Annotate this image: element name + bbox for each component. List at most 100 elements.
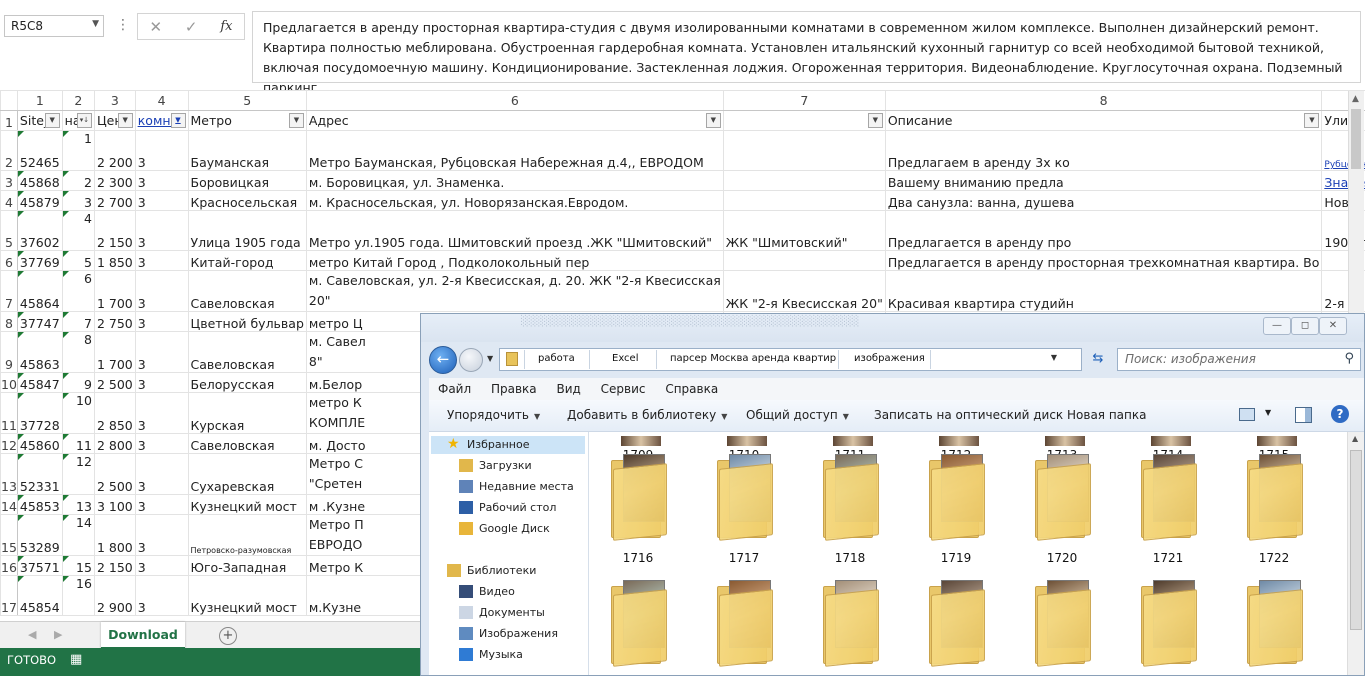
cell-desc[interactable]: Предлагаем в аренду 3х ко [884, 130, 1323, 171]
formula-bar[interactable]: Предлагается в аренду просторная квартир… [252, 11, 1361, 95]
select-all-corner[interactable] [0, 90, 18, 111]
row-header[interactable]: 16 [0, 555, 18, 576]
organize-button[interactable]: Упорядочить ▼ [447, 408, 540, 422]
cell-price[interactable]: 2 750 [93, 311, 136, 332]
cell-metro[interactable]: Савеловская [187, 331, 307, 373]
chevron-down-icon[interactable]: ▼ [92, 19, 99, 29]
refresh-icon[interactable]: ⇆ [1087, 348, 1109, 371]
cell-id[interactable]: 37728 [16, 392, 63, 434]
cancel-icon[interactable]: ✕ [149, 18, 162, 36]
cell-n[interactable]: 4 [61, 210, 95, 251]
folder-item[interactable] [1127, 550, 1209, 675]
minimize-icon[interactable]: — [1263, 317, 1291, 335]
breadcrumb-item[interactable]: работа [538, 353, 575, 364]
cell-rooms[interactable]: 3 [134, 190, 189, 211]
cell-id[interactable]: 45864 [16, 270, 63, 312]
scroll-up-icon[interactable]: ▲ [1352, 434, 1358, 443]
row-header[interactable]: 12 [0, 433, 18, 454]
row-header[interactable]: 6 [0, 250, 18, 271]
macro-record-icon[interactable]: ▦ [70, 652, 82, 667]
cell-rooms[interactable]: 3 [134, 250, 189, 271]
menu-view[interactable]: Вид [556, 378, 580, 396]
filter-dropdown-icon[interactable]: ▼ [705, 113, 721, 128]
row-header[interactable]: 17 [0, 575, 18, 616]
row-header[interactable]: 3 [0, 170, 18, 191]
filter-dropdown-icon[interactable]: ▼ [170, 113, 186, 128]
scrollbar-thumb[interactable] [1350, 450, 1362, 630]
row-header[interactable]: 10 [0, 372, 18, 393]
folder-item[interactable] [1021, 550, 1103, 675]
scroll-up-icon[interactable]: ▲ [1352, 94, 1359, 104]
cell-id[interactable]: 45868 [16, 170, 63, 191]
cell-metro[interactable]: Кузнецкий мост [187, 494, 307, 515]
nav-item[interactable]: ★ Избранное [431, 436, 585, 454]
cell-metro[interactable]: Курская [187, 392, 307, 434]
next-sheet-icon[interactable]: ▶ [54, 628, 62, 641]
row-header[interactable]: 14 [0, 494, 18, 515]
header-cell[interactable]: Site_I ▼ [16, 110, 63, 131]
cell-id[interactable]: 45863 [16, 331, 63, 373]
folder-item[interactable]: 1716 [597, 432, 679, 569]
cell-rooms[interactable]: 3 [134, 555, 189, 576]
cell-rooms[interactable]: 3 [134, 331, 189, 373]
cell-desc[interactable]: Вашему вниманию предла [884, 170, 1323, 191]
share-button[interactable]: Общий доступ ▼ [746, 408, 849, 422]
chevron-down-icon[interactable]: ▼ [1265, 408, 1271, 417]
close-icon[interactable]: ✕ [1319, 317, 1347, 335]
name-box[interactable]: R5C8 ▼ [4, 15, 104, 37]
row-header[interactable]: 15 [0, 514, 18, 556]
cell-c7[interactable] [722, 250, 886, 271]
folder-item[interactable]: 1722 [1233, 432, 1315, 569]
cell-metro[interactable]: Сухаревская [187, 453, 307, 495]
cell-c7[interactable] [722, 190, 886, 211]
cell-rooms[interactable]: 3 [134, 514, 189, 556]
prev-sheet-icon[interactable]: ◀ [28, 628, 36, 641]
column-header[interactable]: 1 [16, 90, 63, 111]
cell-id[interactable]: 45847 [16, 372, 63, 393]
row-header[interactable]: 11 [0, 392, 18, 434]
header-cell[interactable]: Метро ▼ [187, 110, 307, 131]
cell-n[interactable]: 7 [61, 311, 95, 332]
cell-c7[interactable] [722, 130, 886, 171]
cell-desc[interactable]: Красивая квартира студийн [884, 270, 1323, 312]
cell-rooms[interactable]: 3 [134, 433, 189, 454]
cell-n[interactable]: 8 [61, 331, 95, 373]
cell-metro[interactable]: Цветной бульвар [187, 311, 307, 332]
breadcrumb-item[interactable]: Excel [612, 353, 639, 364]
back-arrow-icon[interactable]: ← [429, 346, 457, 374]
cell-metro[interactable]: Боровицкая [187, 170, 307, 191]
cell-id[interactable]: 37571 [16, 555, 63, 576]
cell-price[interactable]: 2 900 [93, 575, 136, 616]
cell-price[interactable]: 2 150 [93, 555, 136, 576]
cell-metro[interactable]: Юго-Западная [187, 555, 307, 576]
cell-addr[interactable]: Метро Бауманская, Рубцовская Набережная … [305, 130, 724, 171]
column-header[interactable]: 2 [61, 90, 95, 111]
header-cell[interactable]: ▼ [722, 110, 886, 131]
cell-c7[interactable]: ЖК "Шмитовский" [722, 210, 886, 251]
cell-metro[interactable]: Белорусская [187, 372, 307, 393]
row-header[interactable]: 1 [0, 110, 18, 131]
history-dropdown-icon[interactable]: ▼ [487, 354, 493, 363]
folder-item[interactable]: 1717 [703, 432, 785, 569]
column-header[interactable]: 8 [884, 90, 1323, 111]
cell-desc[interactable]: Два санузла: ванна, душева [884, 190, 1323, 211]
cell-rooms[interactable]: 3 [134, 170, 189, 191]
cell-rooms[interactable]: 3 [134, 575, 189, 616]
cell-id[interactable]: 45854 [16, 575, 63, 616]
cell-id[interactable]: 52465 [16, 130, 63, 171]
filter-dropdown-icon[interactable]: ▼ [288, 113, 304, 128]
cell-n[interactable]: 14 [61, 514, 95, 556]
cell-rooms[interactable]: 3 [134, 130, 189, 171]
folder-item[interactable]: 1720 [1021, 432, 1103, 569]
folder-item[interactable] [703, 550, 785, 675]
row-header[interactable]: 8 [0, 311, 18, 332]
folder-item[interactable] [809, 550, 891, 675]
explorer-titlebar[interactable]: ░░░░░░░░░░░░░░░░░░░░░░░░░░░░░░░░░░░░░░░░… [421, 314, 1364, 342]
breadcrumb-item[interactable]: изображения [854, 353, 925, 364]
header-cell[interactable]: наш▾↓ [61, 110, 95, 131]
help-icon[interactable]: ? [1331, 405, 1349, 423]
cell-price[interactable]: 2 200 [93, 130, 136, 171]
cell-addr[interactable]: м. Красносельская, ул. Новорязанская.Евр… [305, 190, 724, 211]
cell-id[interactable]: 37769 [16, 250, 63, 271]
maximize-icon[interactable]: ◻ [1291, 317, 1319, 335]
